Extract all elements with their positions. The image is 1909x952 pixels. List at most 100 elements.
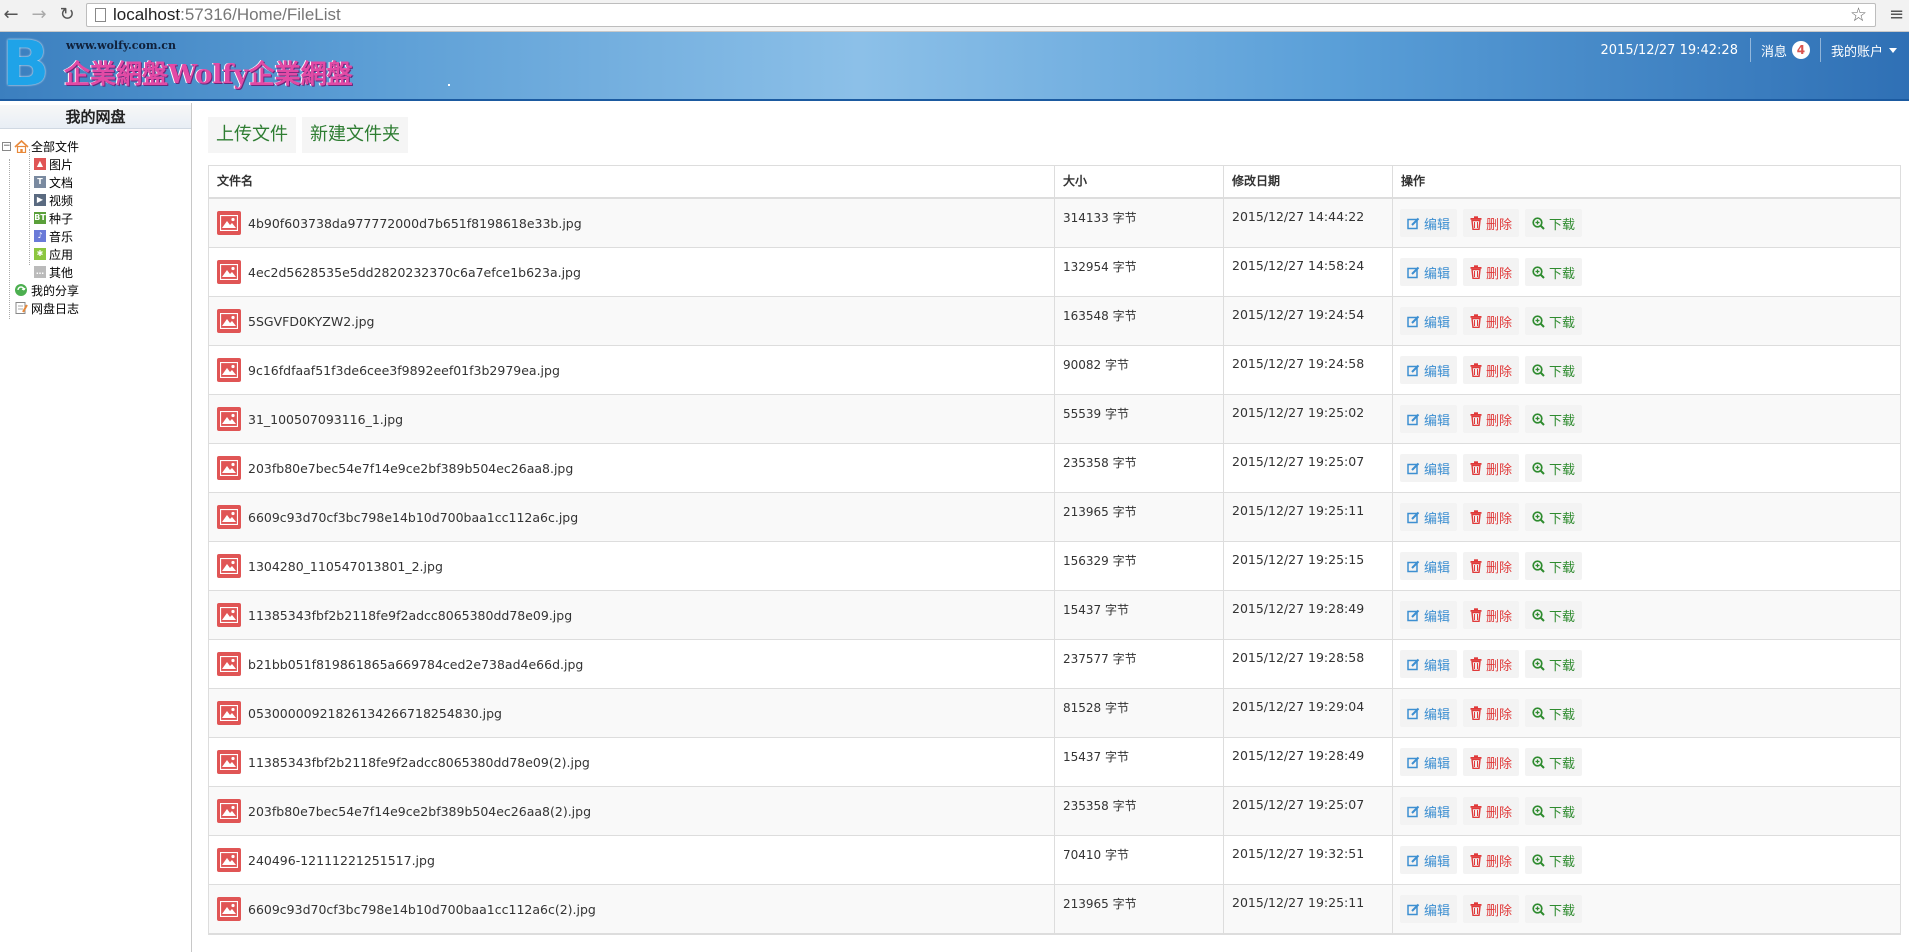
delete-button[interactable]: 删除 — [1463, 209, 1520, 237]
tree-item-music[interactable]: ♪ 音乐 — [34, 227, 73, 245]
download-button[interactable]: 下载 — [1525, 356, 1583, 384]
address-bar[interactable]: localhost:57316/Home/FileList ☆ — [86, 3, 1876, 27]
file-name-cell: 05300000921826134266718254830.jpg — [209, 689, 1055, 737]
file-name[interactable]: 11385343fbf2b2118fe9f2adcc8065380dd78e09… — [248, 755, 590, 770]
download-button[interactable]: 下载 — [1525, 699, 1583, 727]
download-button[interactable]: 下载 — [1525, 748, 1583, 776]
delete-button[interactable]: 删除 — [1463, 552, 1520, 580]
edit-button[interactable]: 编辑 — [1400, 209, 1458, 237]
download-button[interactable]: 下载 — [1525, 258, 1583, 286]
edit-button[interactable]: 编辑 — [1400, 846, 1458, 874]
edit-label: 编辑 — [1424, 805, 1451, 821]
edit-button[interactable]: 编辑 — [1400, 307, 1458, 335]
upload-file-button[interactable]: 上传文件 — [208, 117, 296, 153]
edit-button[interactable]: 编辑 — [1400, 601, 1458, 629]
download-button[interactable]: 下载 — [1525, 405, 1583, 433]
file-date: 2015/12/27 19:25:11 — [1224, 885, 1393, 933]
tree-item-disk-log[interactable]: 网盘日志 — [14, 299, 79, 317]
table-row: 05300000921826134266718254830.jpg 81528 字… — [209, 689, 1900, 738]
download-button[interactable]: 下载 — [1525, 895, 1583, 923]
image-file-icon — [217, 799, 241, 823]
edit-button[interactable]: 编辑 — [1400, 258, 1458, 286]
share-icon — [15, 284, 27, 296]
reload-icon[interactable]: ↻ — [56, 4, 78, 26]
tree-item-video[interactable]: ▶ 视频 — [34, 191, 73, 209]
file-name[interactable]: 5SGVFD0KYZW2.jpg — [248, 314, 374, 329]
delete-button[interactable]: 删除 — [1463, 307, 1520, 335]
tree-item-app[interactable]: ✱ 应用 — [34, 245, 73, 263]
messages-link[interactable]: 消息 4 — [1751, 41, 1820, 60]
edit-button[interactable]: 编辑 — [1400, 356, 1458, 384]
delete-button[interactable]: 删除 — [1463, 356, 1520, 384]
edit-button[interactable]: 编辑 — [1400, 895, 1458, 923]
file-name[interactable]: 240496-12111221251517.jpg — [248, 853, 435, 868]
delete-button[interactable]: 删除 — [1463, 699, 1520, 727]
tree-item-document[interactable]: T 文档 — [34, 173, 73, 191]
edit-button[interactable]: 编辑 — [1400, 552, 1458, 580]
edit-button[interactable]: 编辑 — [1400, 503, 1458, 531]
file-name[interactable]: 4b90f603738da977772000d7b651f8198618e33b… — [248, 216, 582, 231]
bookmark-star-icon[interactable]: ☆ — [1850, 4, 1867, 26]
trash-icon — [1470, 804, 1486, 818]
column-header-name: 文件名 — [209, 166, 1055, 197]
tree-item-torrent[interactable]: BT 种子 — [34, 209, 73, 227]
file-name[interactable]: b21bb051f819861865a669784ced2e738ad4e66d… — [248, 657, 583, 672]
file-name[interactable]: 05300000921826134266718254830.jpg — [248, 706, 502, 721]
tree-item-other[interactable]: … 其他 — [34, 263, 73, 281]
delete-button[interactable]: 删除 — [1463, 601, 1520, 629]
file-name[interactable]: 1304280_110547013801_2.jpg — [248, 559, 443, 574]
tree-item-my-share[interactable]: 我的分享 — [14, 281, 79, 299]
new-folder-button[interactable]: 新建文件夹 — [302, 117, 408, 153]
download-button[interactable]: 下载 — [1525, 552, 1583, 580]
download-button[interactable]: 下载 — [1525, 307, 1583, 335]
edit-label: 编辑 — [1424, 903, 1451, 919]
browser-toolbar: ← → ↻ localhost:57316/Home/FileList ☆ ≡ — [0, 0, 1909, 32]
edit-button[interactable]: 编辑 — [1400, 454, 1458, 482]
delete-button[interactable]: 删除 — [1463, 258, 1520, 286]
edit-button[interactable]: 编辑 — [1400, 650, 1458, 678]
edit-button[interactable]: 编辑 — [1400, 405, 1458, 433]
file-size: 163548 字节 — [1055, 297, 1224, 345]
edit-button[interactable]: 编辑 — [1400, 748, 1458, 776]
url-text[interactable]: localhost:57316/Home/FileList — [113, 5, 341, 25]
file-name[interactable]: 31_100507093116_1.jpg — [248, 412, 403, 427]
account-menu[interactable]: 我的账户 — [1821, 41, 1909, 60]
download-button[interactable]: 下载 — [1525, 209, 1583, 237]
download-button[interactable]: 下载 — [1525, 797, 1583, 825]
back-arrow-icon[interactable]: ← — [0, 4, 22, 26]
delete-button[interactable]: 删除 — [1463, 846, 1520, 874]
tree-item-label: 全部文件 — [31, 139, 80, 154]
download-button[interactable]: 下载 — [1525, 650, 1583, 678]
download-button[interactable]: 下载 — [1525, 601, 1583, 629]
file-name[interactable]: 203fb80e7bec54e7f14e9ce2bf389b504ec26aa8… — [248, 461, 573, 476]
edit-button[interactable]: 编辑 — [1400, 797, 1458, 825]
download-button[interactable]: 下载 — [1525, 503, 1583, 531]
tree-item-all-files[interactable]: − 全部文件 — [2, 137, 79, 155]
collapse-toggle-icon[interactable]: − — [2, 141, 11, 151]
download-button[interactable]: 下载 — [1525, 454, 1583, 482]
browser-menu-icon[interactable]: ≡ — [1889, 4, 1905, 26]
trash-icon — [1470, 510, 1486, 524]
delete-button[interactable]: 删除 — [1463, 797, 1520, 825]
delete-button[interactable]: 删除 — [1463, 895, 1520, 923]
delete-button[interactable]: 删除 — [1463, 405, 1520, 433]
file-name[interactable]: 11385343fbf2b2118fe9f2adcc8065380dd78e09… — [248, 608, 572, 623]
file-name[interactable]: 6609c93d70cf3bc798e14b10d700baa1cc112a6c… — [248, 902, 596, 917]
delete-button[interactable]: 删除 — [1463, 454, 1520, 482]
file-name[interactable]: 4ec2d5628535e5dd2820232370c6a7efce1b623a… — [248, 265, 581, 280]
file-name[interactable]: 9c16fdfaaf51f3de6cee3f9892eef01f3b2979ea… — [248, 363, 560, 378]
file-actions: 编辑 删除 下载 — [1393, 248, 1900, 296]
delete-button[interactable]: 删除 — [1463, 748, 1520, 776]
site-header: B www.wolfy.com.cn 企業網盤Wolfy企業網盤 2015/12… — [0, 32, 1909, 101]
file-name[interactable]: 203fb80e7bec54e7f14e9ce2bf389b504ec26aa8… — [248, 804, 591, 819]
delete-button[interactable]: 删除 — [1463, 503, 1520, 531]
edit-button[interactable]: 编辑 — [1400, 699, 1458, 727]
file-name[interactable]: 6609c93d70cf3bc798e14b10d700baa1cc112a6c… — [248, 510, 578, 525]
tree-item-image[interactable]: ▲ 图片 — [34, 155, 73, 173]
image-file-icon — [217, 456, 241, 480]
delete-button[interactable]: 删除 — [1463, 650, 1520, 678]
file-size: 314133 字节 — [1055, 199, 1224, 247]
file-date: 2015/12/27 19:24:58 — [1224, 346, 1393, 394]
download-button[interactable]: 下载 — [1525, 846, 1583, 874]
forward-arrow-icon[interactable]: → — [28, 4, 50, 26]
